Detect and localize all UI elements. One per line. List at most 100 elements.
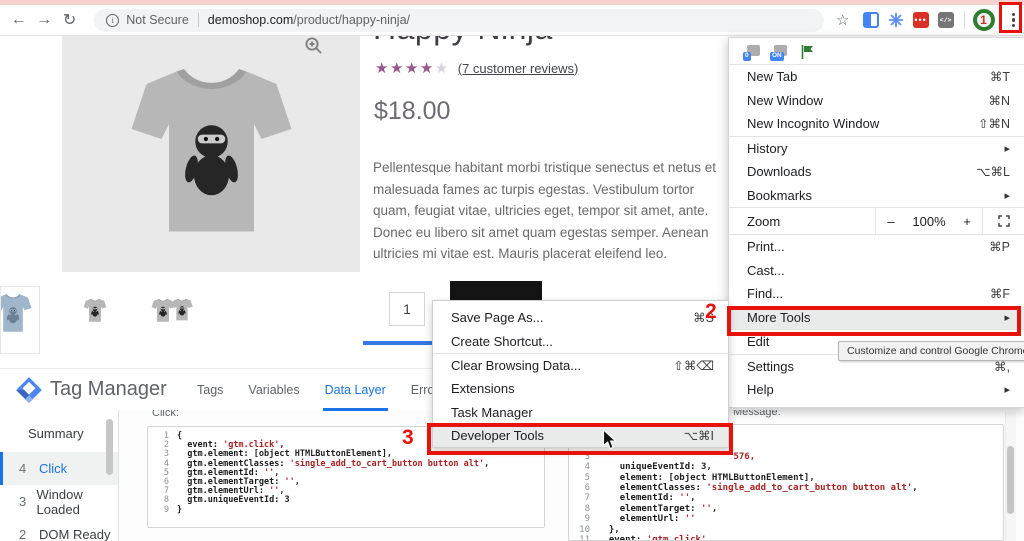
zoom-magnifier-icon[interactable] — [304, 36, 324, 61]
line-number: 6 — [584, 483, 590, 494]
menu-item-label: Downloads — [747, 164, 812, 180]
line-number: 7 — [584, 493, 590, 504]
menu-item-print[interactable]: Print... ⌘P — [729, 235, 1024, 259]
menu-item-bookmarks[interactable]: Bookmarks ▸ — [729, 184, 1024, 208]
menu-item-save-page-as[interactable]: Save Page As... ⌘S — [433, 306, 728, 329]
product-price: $18.00 — [374, 97, 451, 125]
reload-icon[interactable]: ↻ — [57, 10, 82, 30]
code-line: 9 elementUrl: '' — [575, 514, 997, 524]
line-number: 8 — [584, 503, 590, 514]
menu-item-label: Help — [747, 382, 774, 398]
menu-item-new-incognito-window[interactable]: New Incognito Window ⇧⌘N — [729, 112, 1024, 136]
menu-item-label: Zoom — [747, 213, 781, 229]
sidebar-scrollbar[interactable] — [106, 419, 113, 475]
menu-item-help[interactable]: Help ▸ — [729, 378, 1024, 402]
event-label: Window Loaded — [36, 486, 83, 517]
code-line: 8 elementTarget: '', — [575, 504, 997, 514]
sidebar-summary-header[interactable]: Summary — [28, 426, 84, 441]
annotation-step1-badge: 1 — [972, 9, 995, 31]
zoom-level: 100% — [912, 213, 946, 229]
tshirt-ninja-image — [131, 68, 291, 231]
customer-reviews-link[interactable]: (7 customer reviews) — [458, 61, 579, 76]
sidebar-item-click[interactable]: 4 Click — [0, 452, 118, 485]
url-domain: demoshop.com — [207, 13, 294, 27]
quantity-input[interactable]: 1 — [389, 292, 425, 326]
browser-toolbar: ← → ↻ i Not Secure demoshop.com/product/… — [0, 5, 1024, 36]
code-line: 8 gtm.uniqueEventId: 3 — [154, 496, 538, 505]
menu-item-find[interactable]: Find... ⌘F — [729, 282, 1024, 306]
code-glyph: </> — [939, 16, 952, 24]
snowflake-extension-icon[interactable] — [888, 12, 904, 28]
event-label: Click — [39, 461, 68, 476]
page-info-icon[interactable]: i — [106, 13, 120, 27]
submenu-arrow-icon: ▸ — [1004, 384, 1010, 397]
menu-item-new-tab[interactable]: New Tab ⌘T — [729, 65, 1024, 89]
line-number: 9 — [584, 514, 590, 525]
tab-data-layer[interactable]: Data Layer — [322, 369, 388, 411]
product-image[interactable] — [62, 30, 360, 272]
mouse-cursor-icon — [602, 428, 617, 456]
password-dots: ••• — [914, 14, 927, 25]
annotation-box-developer-tools — [427, 423, 733, 455]
related-product-card[interactable] — [0, 286, 40, 354]
tag-manager-title: Tag Manager — [50, 378, 167, 400]
fullscreen-icon[interactable] — [982, 208, 1024, 234]
product-description: Pellentesque habitant morbi tristique se… — [373, 160, 716, 261]
menu-item-label: Bookmarks — [747, 187, 813, 203]
code-line: 10 }, — [575, 525, 997, 535]
code-line: 9} — [154, 504, 538, 515]
code-text: uniqueEventId: 3, — [619, 462, 712, 473]
code-text: }, — [598, 524, 620, 535]
menu-item-history[interactable]: History ▸ — [729, 137, 1024, 161]
active-tab-underline — [363, 341, 432, 345]
menu-item-clear-browsing-data[interactable]: Clear Browsing Data... ⇧⌘⌫ — [433, 354, 728, 377]
extension-badge-count: 0 — [743, 52, 751, 61]
tag-extension-icon[interactable] — [862, 12, 879, 28]
zoom-in-button[interactable]: + — [952, 214, 982, 229]
extension-badge-on-icon[interactable]: ON — [770, 44, 788, 61]
code-extension-icon[interactable]: </> — [937, 12, 954, 28]
annotation-box-kebab — [999, 2, 1022, 33]
chrome-tooltip: Customize and control Google Chrome — [838, 341, 1024, 361]
annotation-step3: 3 — [402, 426, 414, 449]
menu-item-extensions[interactable]: Extensions — [433, 377, 728, 400]
menu-extension-row: 0 ON — [729, 38, 1024, 65]
menu-item-new-window[interactable]: New Window ⌘N — [729, 89, 1024, 113]
code-text: gtm.uniqueEventId: 3 — [187, 495, 290, 506]
code-text: event: 'gtm.click' — [608, 535, 707, 541]
event-number: 3 — [19, 494, 27, 509]
menu-shortcut: ⌥⌘L — [976, 165, 1010, 180]
bookmark-star-icon[interactable]: ☆ — [832, 11, 854, 29]
product-thumbnail[interactable] — [165, 290, 199, 330]
code-line: 11 event: 'gtm.click' — [575, 535, 997, 541]
address-bar[interactable]: i Not Secure demoshop.com/product/happy-… — [94, 8, 825, 32]
address-divider — [197, 13, 199, 27]
password-manager-extension-icon[interactable]: ••• — [912, 12, 929, 28]
menu-item-cast[interactable]: Cast... — [729, 259, 1024, 283]
sidebar-item-dom-ready[interactable]: 2 DOM Ready — [0, 518, 118, 541]
add-to-cart-button[interactable] — [450, 281, 542, 302]
star-rating: ★★★★★ — [375, 60, 450, 77]
menu-shortcut: ⇧⌘N — [977, 117, 1010, 132]
forward-icon[interactable]: → — [31, 11, 56, 29]
back-icon[interactable]: ← — [6, 11, 31, 29]
menu-item-create-shortcut[interactable]: Create Shortcut... — [433, 329, 728, 352]
zoom-out-button[interactable]: – — [876, 214, 906, 229]
product-thumbnail[interactable] — [78, 290, 112, 330]
code-text: elementId: '', — [619, 493, 696, 504]
submenu-arrow-icon: ▸ — [1004, 189, 1010, 202]
code-text: } — [177, 504, 183, 515]
flag-extension-icon[interactable] — [801, 44, 815, 59]
tab-variables[interactable]: Variables — [248, 369, 299, 411]
menu-item-label: Save Page As... — [451, 310, 544, 326]
menu-item-downloads[interactable]: Downloads ⌥⌘L — [729, 160, 1024, 184]
submenu-arrow-icon: ▸ — [1004, 142, 1010, 155]
extension-badge-0-icon[interactable]: 0 — [743, 44, 761, 61]
tab-tags[interactable]: Tags — [197, 369, 223, 411]
sidebar-item-window-loaded[interactable]: 3 Window Loaded — [0, 485, 118, 518]
code-scrollbar-thumb[interactable] — [1007, 446, 1014, 514]
line-number: 11 — [579, 535, 590, 541]
menu-item-zoom: Zoom –100% + — [729, 208, 1024, 234]
menu-item-task-manager[interactable]: Task Manager — [433, 401, 728, 424]
code-text: elementTarget: '', — [619, 503, 718, 514]
